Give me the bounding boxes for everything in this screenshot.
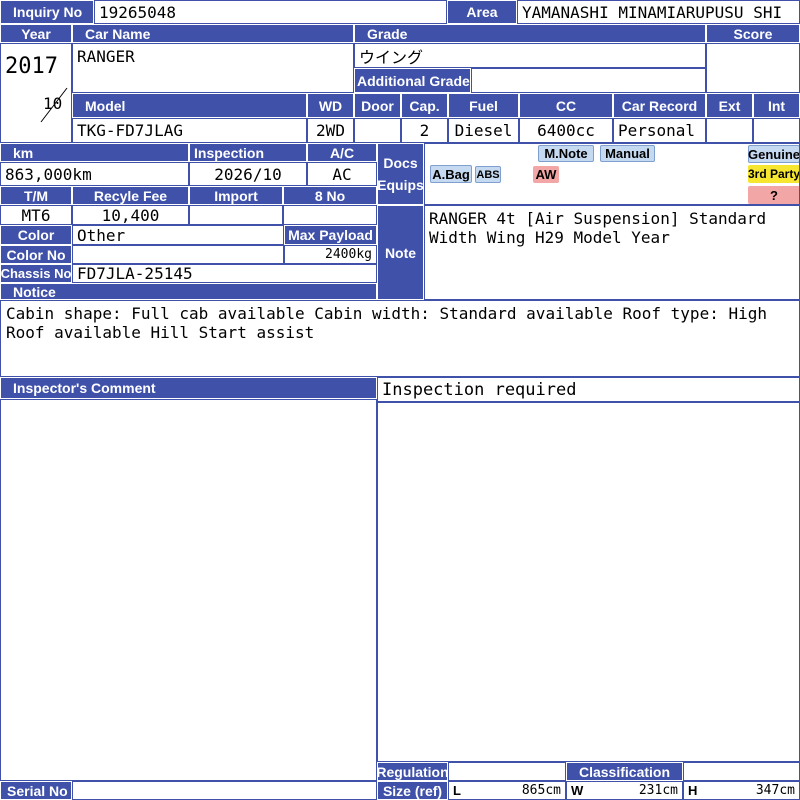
recycle-fee-value: 10,400 (72, 205, 189, 225)
tm-value: MT6 (0, 205, 72, 225)
size-w-label: W (571, 783, 584, 798)
int-value (753, 118, 800, 143)
fuel-value: Diesel (448, 118, 519, 143)
door-label: Door (354, 93, 401, 118)
cap-label: Cap. (401, 93, 448, 118)
model-label: Model (72, 93, 307, 118)
inspector-left-area (0, 399, 377, 781)
model-value: TKG-FD7JLAG (72, 118, 307, 143)
badge-manual: Manual (600, 145, 655, 162)
eight-no-label: 8 No (283, 186, 377, 205)
tm-label: T/M (0, 186, 72, 205)
badge-question: ? (748, 186, 799, 204)
additional-grade-label: Additional Grade (354, 68, 471, 93)
max-payload-value: 2400kg (284, 245, 377, 264)
chassis-no-label: Chassis No (0, 264, 72, 283)
km-label: km (0, 143, 189, 162)
serial-no-label: Serial No (0, 781, 72, 800)
km-value: 863,000km (0, 162, 189, 186)
size-l-label: L (453, 783, 461, 798)
size-l-value: 865cm (521, 783, 561, 798)
month-value: 10 (43, 94, 63, 113)
badge-mnote: M.Note (538, 145, 594, 162)
note-text: RANGER 4t [Air Suspension] Standard Widt… (424, 205, 800, 300)
ext-value (706, 118, 753, 143)
ac-label: A/C (307, 143, 377, 162)
ext-label: Ext (706, 93, 753, 118)
size-label: Size (ref) (377, 781, 448, 800)
inspection-label: Inspection (189, 143, 307, 162)
eight-no-value (283, 205, 377, 225)
size-h-cell: H 347cm (683, 781, 800, 800)
score-value (706, 43, 800, 93)
size-h-label: H (688, 783, 698, 798)
chassis-no-value: FD7JLA-25145 (72, 264, 377, 283)
year-value: 2017 (5, 54, 58, 79)
inspector-right-area (377, 402, 800, 762)
serial-no-value (72, 781, 377, 800)
ac-value: AC (307, 162, 377, 186)
grade-label: Grade (354, 24, 706, 43)
wd-label: WD (307, 93, 354, 118)
fuel-label: Fuel (448, 93, 519, 118)
color-no-label: Color No (0, 245, 72, 264)
additional-grade-value (471, 68, 706, 93)
classification-label: Classification (566, 762, 683, 781)
note-label: Note (377, 205, 424, 300)
inspection-value: 2026/10 (189, 162, 307, 186)
inquiry-no-value: 19265048 (94, 0, 447, 24)
equips-label: Equips (377, 177, 424, 193)
regulation-value (448, 762, 566, 781)
grade-value: ウイング (354, 43, 706, 68)
size-h-value: 347cm (755, 783, 795, 798)
cc-label: CC (519, 93, 613, 118)
score-label: Score (706, 24, 800, 43)
badge-third-party: 3rd Party (747, 165, 800, 183)
inspector-comment-label: Inspector's Comment (0, 377, 377, 399)
door-value (354, 118, 401, 143)
color-value: Other (72, 225, 284, 245)
size-w-cell: W 231cm (566, 781, 683, 800)
area-label: Area (447, 0, 517, 24)
regulation-label: Regulation (377, 762, 448, 781)
badge-abag: A.Bag (430, 165, 472, 183)
cc-value: 6400cc (519, 118, 613, 143)
year-cell: 2017 10 (0, 43, 72, 143)
import-value (189, 205, 283, 225)
import-label: Import (189, 186, 283, 205)
recycle-fee-label: Recyle Fee (72, 186, 189, 205)
badge-abs: ABS (475, 166, 501, 183)
docs-equips-area: M.Note Manual A.Bag ABS AW Genuine 3rd P… (424, 143, 800, 205)
size-l-cell: L 865cm (448, 781, 566, 800)
classification-value (683, 762, 800, 781)
inquiry-no-label: Inquiry No (0, 0, 94, 24)
docs-label: Docs (383, 155, 418, 171)
size-w-value: 231cm (638, 783, 678, 798)
inspector-comment-value: Inspection required (377, 377, 800, 402)
max-payload-label: Max Payload (284, 225, 377, 245)
int-label: Int (753, 93, 800, 118)
badge-genuine: Genuine (748, 145, 800, 163)
notice-text: Cabin shape: Full cab available Cabin wi… (0, 300, 800, 377)
area-value: YAMANASHI MINAMIARUPUSU SHI (517, 0, 800, 24)
cap-value: 2 (401, 118, 448, 143)
car-record-label: Car Record (613, 93, 706, 118)
wd-value: 2WD (307, 118, 354, 143)
color-no-value (72, 245, 284, 264)
notice-label: Notice (0, 283, 377, 300)
docs-equips-label: Docs Equips (377, 143, 424, 205)
car-record-value: Personal (613, 118, 706, 143)
car-name-value: RANGER (72, 43, 354, 93)
year-label: Year (0, 24, 72, 43)
car-name-label: Car Name (72, 24, 354, 43)
color-label: Color (0, 225, 72, 245)
badge-aw: AW (533, 166, 559, 183)
